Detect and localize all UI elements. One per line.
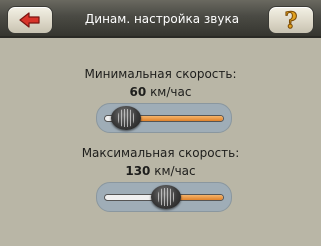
min-speed-value: 60 [129,85,147,99]
max-speed-unit: км/час [154,164,196,178]
max-speed-value: 130 [125,164,151,178]
max-speed-readout: 130 км/час [0,164,321,178]
min-speed-unit: км/час [150,85,192,99]
help-button[interactable]: ? [268,6,314,34]
max-speed-slider-thumb[interactable] [151,185,182,209]
svg-text:?: ? [285,8,298,33]
min-speed-track-fill [126,116,223,121]
min-speed-label: Минимальная скорость: [84,67,237,81]
min-speed-slider-thumb[interactable] [110,106,141,130]
back-button[interactable] [7,6,53,34]
back-arrow-icon [19,12,40,28]
max-speed-label: Максимальная скорость: [81,146,240,160]
title-bar: Динам. настройка звука ? [0,0,321,38]
max-speed-slider[interactable] [96,182,232,212]
min-speed-slider[interactable] [96,103,232,133]
question-mark-icon: ? [284,8,298,34]
page-title: Динам. настройка звука [84,12,240,26]
min-speed-readout: 60 км/час [0,85,321,99]
